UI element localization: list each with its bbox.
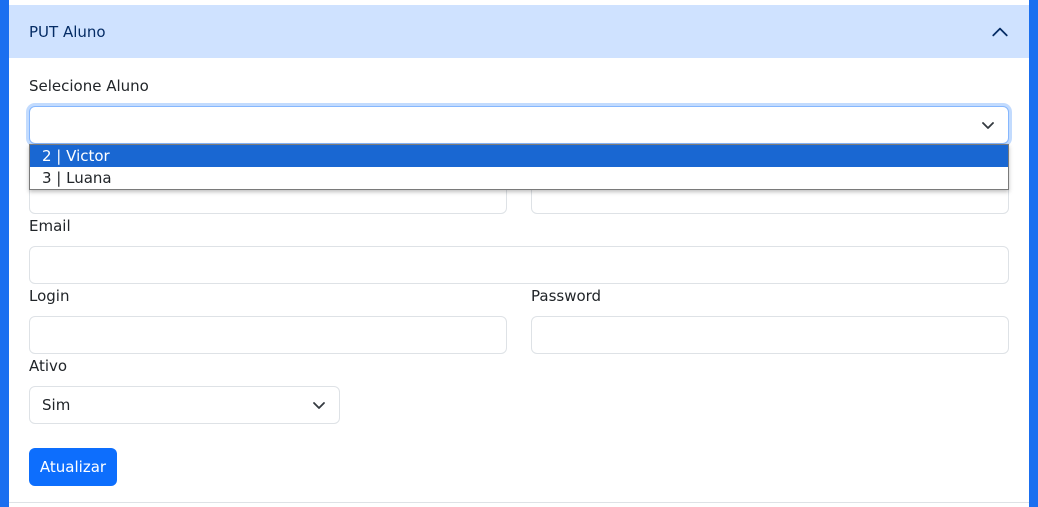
accordion-panel: PUT Aluno Selecione Aluno 2 | Victor 3 |…	[9, 0, 1029, 507]
ativo-select[interactable]: Sim	[29, 386, 340, 424]
chevron-down-icon	[313, 402, 325, 409]
divider	[9, 502, 1029, 503]
accordion-header-put-aluno[interactable]: PUT Aluno	[9, 5, 1029, 58]
select-aluno-label: Selecione Aluno	[29, 77, 149, 95]
ativo-select-value: Sim	[42, 396, 71, 414]
chevron-up-icon	[992, 27, 1008, 36]
email-label: Email	[29, 217, 71, 235]
atualizar-button[interactable]: Atualizar	[29, 448, 117, 486]
email-field[interactable]	[29, 246, 1009, 284]
password-label: Password	[531, 287, 602, 305]
aluno-option[interactable]: 2 | Victor	[30, 145, 1008, 167]
accordion-title: PUT Aluno	[29, 22, 106, 41]
login-field[interactable]	[29, 316, 507, 354]
chevron-down-icon	[982, 122, 994, 129]
login-label: Login	[29, 287, 70, 305]
aluno-dropdown-list: 2 | Victor 3 | Luana	[29, 144, 1009, 190]
ativo-label: Ativo	[29, 357, 68, 375]
aluno-option[interactable]: 3 | Luana	[30, 167, 1008, 189]
aluno-select[interactable]	[29, 106, 1009, 144]
password-field[interactable]	[531, 316, 1009, 354]
